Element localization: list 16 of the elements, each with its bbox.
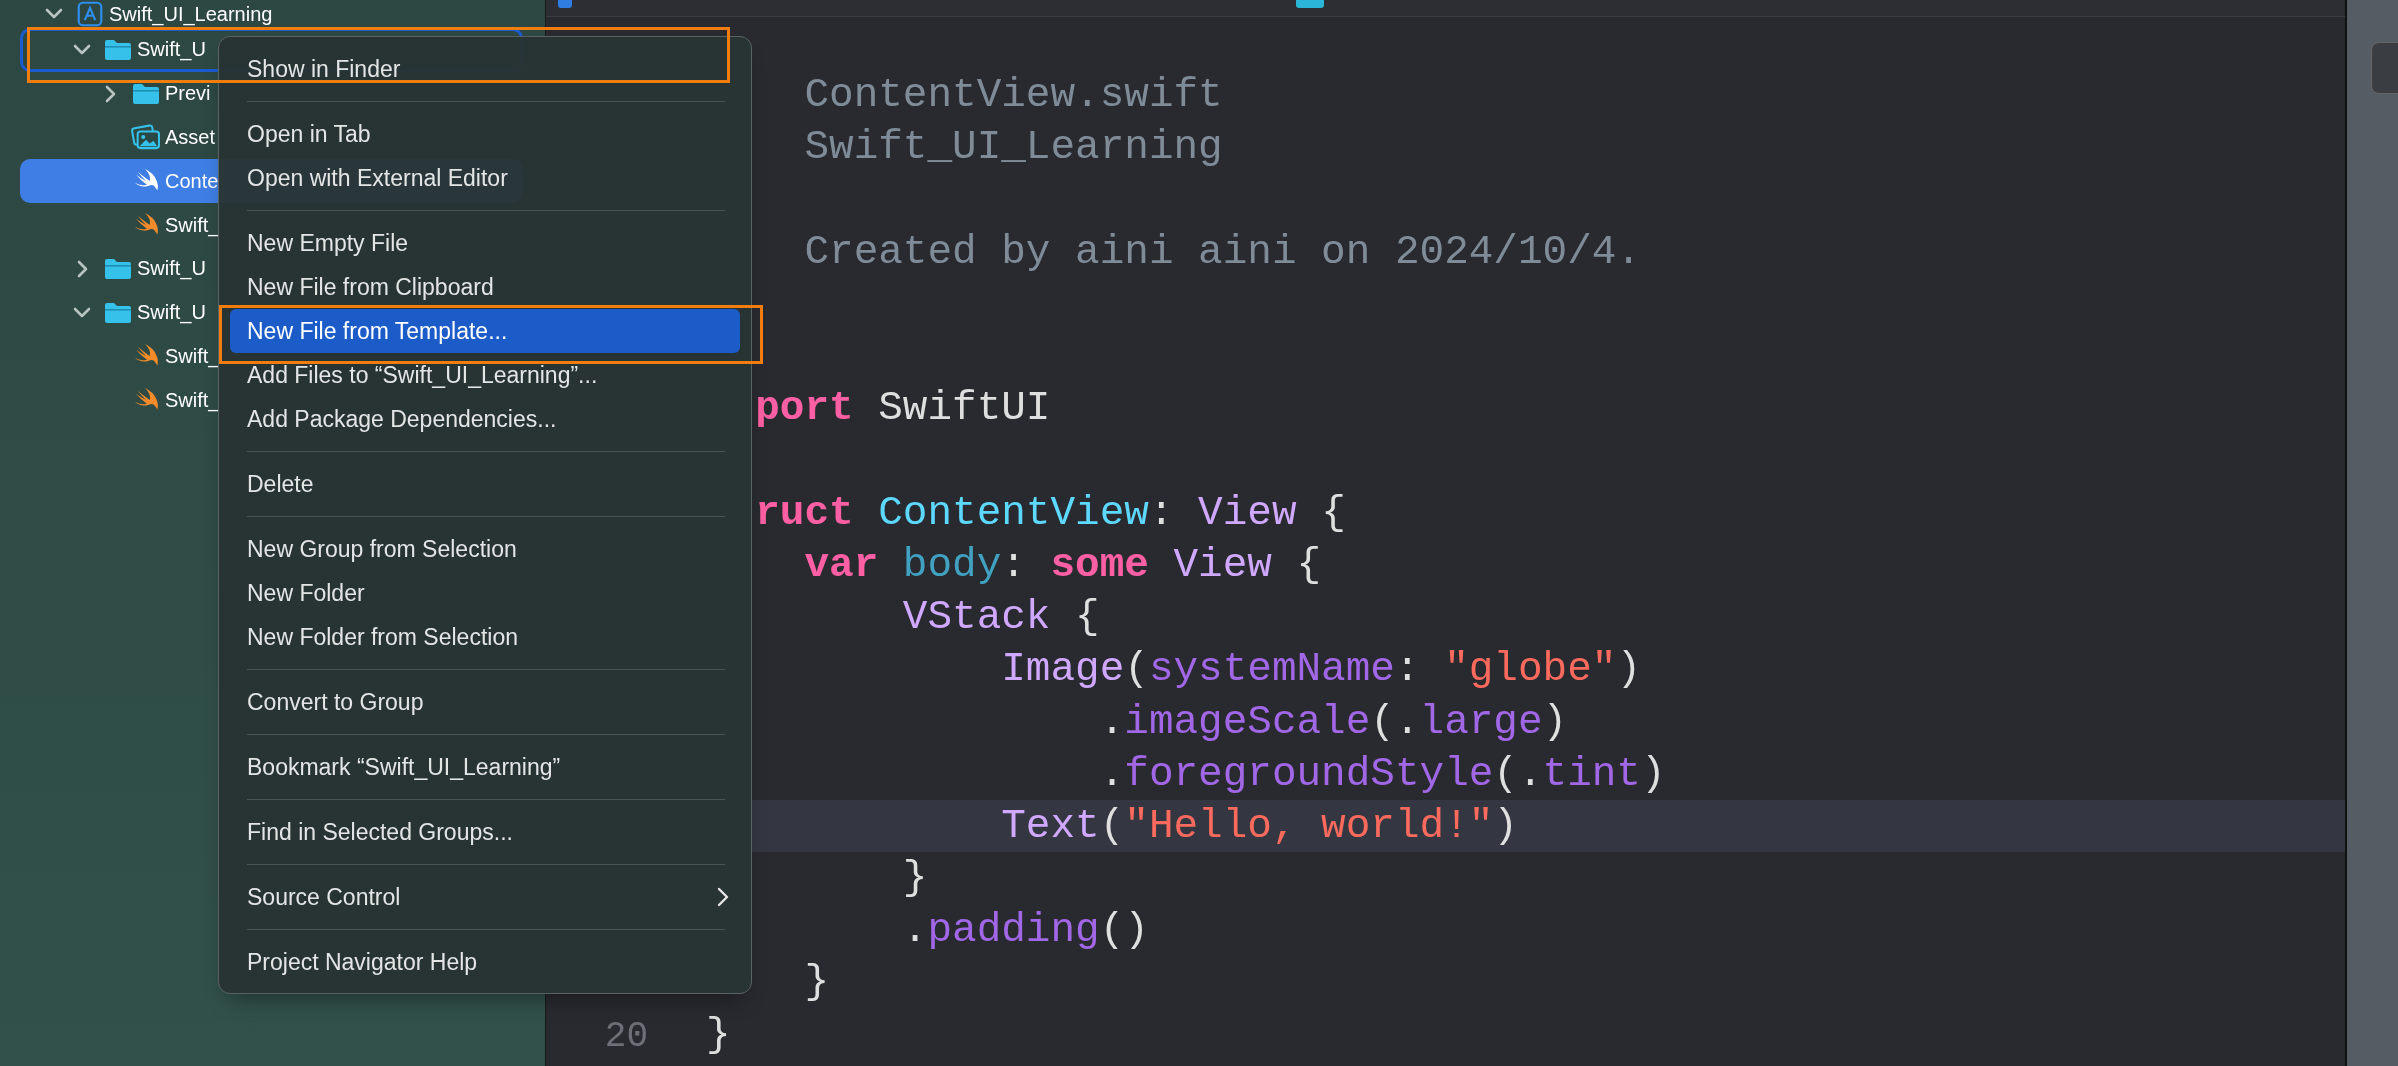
code-line: VStack {: [902, 594, 1100, 641]
code-line: .padding(): [902, 907, 1149, 954]
code-line: .foregroundStyle(.tint): [1099, 750, 1666, 797]
code-line: }: [804, 959, 830, 1006]
code-line: }: [902, 855, 928, 902]
code-line: Swift_UI_Learning: [804, 124, 1223, 171]
code-line: port SwiftUI: [755, 385, 1051, 432]
code-line: ContentView.swift: [804, 72, 1223, 119]
code-line: Created by aini aini on 2024/10/4.: [804, 228, 1641, 275]
code-line: .imageScale(.large): [1099, 698, 1568, 745]
code-line: }: [706, 1011, 731, 1058]
code-line: Image(systemName: "globe"): [1001, 646, 1641, 693]
line-number: 20: [604, 1015, 648, 1057]
code-line: ruct ContentView: View {: [755, 489, 1346, 536]
code-line: Text("Hello, world!"): [1001, 802, 1518, 849]
code-line: var body: some View {: [804, 541, 1322, 588]
